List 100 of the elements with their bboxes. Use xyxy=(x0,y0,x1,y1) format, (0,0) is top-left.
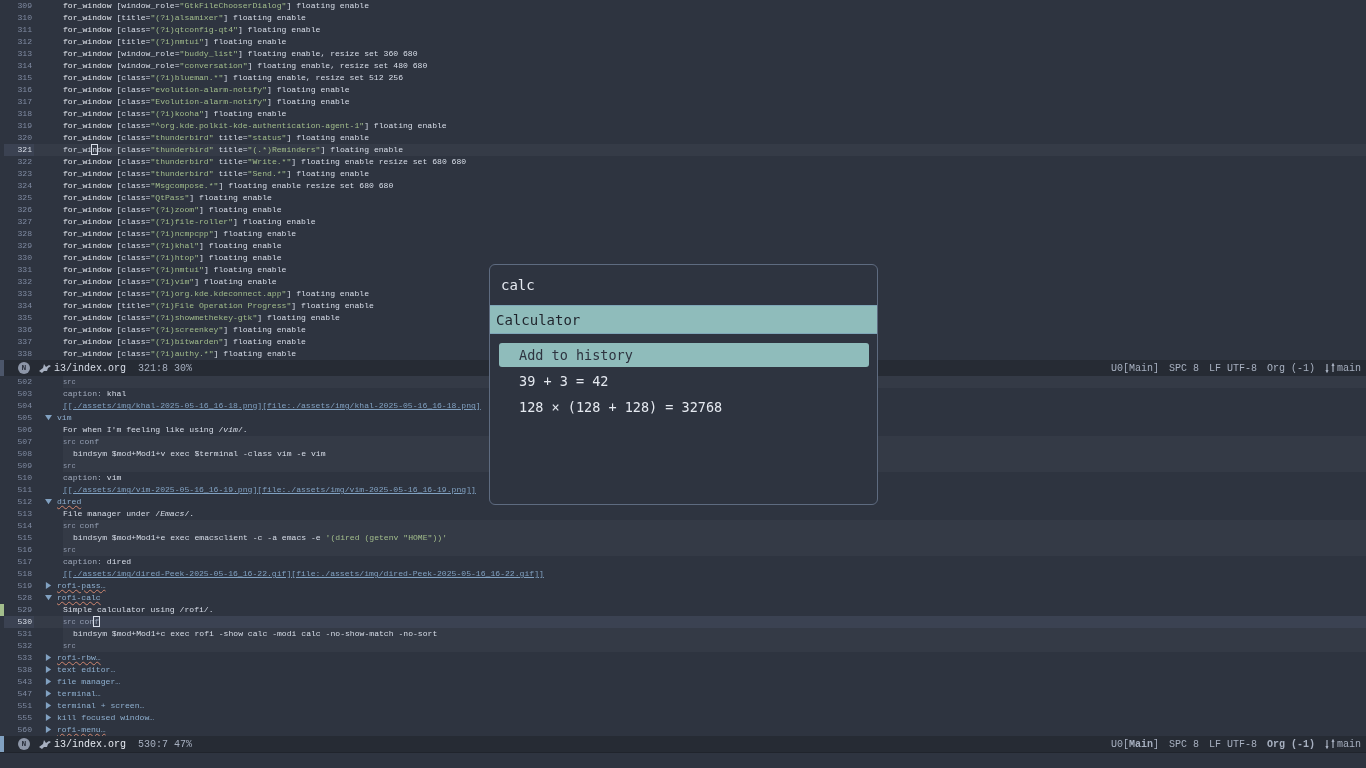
line-number: 504 xyxy=(16,400,33,412)
code-line: for_window [class="(?i)khal"] floating enable xyxy=(62,240,282,252)
major-mode: Org (-1) xyxy=(1266,737,1315,752)
outline-heading[interactable]: rofi-pass… xyxy=(57,580,106,592)
code-line: for_window [class="(?i)authy.*"] floating enable xyxy=(62,348,297,360)
line-number: 538 xyxy=(16,664,33,676)
file-link[interactable]: [[./assets/img/vim-2025-05-16_16-19.png][file:./assets/img/vim-2025-05-16_16-19.png]] xyxy=(63,485,476,494)
line-number: 533 xyxy=(16,652,33,664)
code-line: bindsym $mod+Mod1+c exec rofi -show calc -modi calc -no-show-match -no-sort xyxy=(73,629,438,638)
file-name: i3/index.org xyxy=(54,361,126,376)
code-line: for_window [window_role="GtkFileChooserDialog"] floating enable xyxy=(62,0,369,12)
git-branch: main xyxy=(1337,737,1361,752)
outline-heading[interactable]: terminal… xyxy=(57,688,101,700)
line-number: 511 xyxy=(16,484,33,496)
outline-heading[interactable]: text editor… xyxy=(57,664,116,676)
line-number: 532 xyxy=(16,640,33,652)
code-line: for_window [class="(?i)qtconfig-qt4"] floating enable xyxy=(62,24,321,36)
line-number: 330 xyxy=(16,252,33,264)
outline-heading[interactable]: rofi-calc xyxy=(57,592,101,604)
line-number: 509 xyxy=(16,460,33,472)
expand-triangle-icon[interactable] xyxy=(45,678,52,685)
expand-triangle-icon[interactable] xyxy=(45,654,52,661)
code-line: for_window [class="(?i)blueman.*"] floating enable, resize set 512 256 xyxy=(62,72,403,84)
line-number: 331 xyxy=(16,264,33,276)
result-item[interactable]: 128 × (128 + 128) = 32768 xyxy=(499,395,869,419)
expand-triangle-icon[interactable] xyxy=(45,726,52,733)
expand-triangle-icon[interactable] xyxy=(45,582,52,589)
line-number: 337 xyxy=(16,336,33,348)
caption-key: caption: xyxy=(63,388,102,400)
line-number: 516 xyxy=(16,544,33,556)
line-number: 336 xyxy=(16,324,33,336)
caption-value: khal xyxy=(105,388,127,400)
outline-heading[interactable]: rofi-menu… xyxy=(57,724,106,736)
collapse-triangle-icon[interactable] xyxy=(45,594,52,601)
bird-icon xyxy=(39,363,51,373)
expand-triangle-icon[interactable] xyxy=(45,714,52,721)
mode-tab[interactable]: Calculator xyxy=(490,305,877,334)
collapse-triangle-icon[interactable] xyxy=(45,414,52,421)
result-item[interactable]: 39 + 3 = 42 xyxy=(499,369,869,393)
line-number: 551 xyxy=(16,700,33,712)
outline-heading[interactable]: file manager… xyxy=(57,676,121,688)
outline-heading[interactable]: dired xyxy=(57,496,82,508)
evil-state-indicator: N xyxy=(18,362,30,374)
collapse-triangle-icon[interactable] xyxy=(45,498,52,505)
line-number: 326 xyxy=(16,204,33,216)
line-number: 547 xyxy=(16,688,33,700)
line-number: 505 xyxy=(16,412,33,424)
code-line: for_window [class="(?i)file-roller"] floating enable xyxy=(62,216,316,228)
outline-heading[interactable]: terminal + screen… xyxy=(57,700,145,712)
line-number: 329 xyxy=(16,240,33,252)
line-number: 332 xyxy=(16,276,33,288)
outline-heading[interactable]: rofi-rbw… xyxy=(57,652,101,664)
file-link[interactable]: [[./assets/img/dired-Peek-2025-05-16_16-22.gif][file:./assets/img/dired-Peek-2025-05-16_16-22.gif]] xyxy=(63,569,544,578)
sync-icon xyxy=(1325,363,1335,373)
line-number: 334 xyxy=(16,300,33,312)
line-number: 321 xyxy=(4,144,34,156)
line-number: 319 xyxy=(16,120,33,132)
input-method: U0[Main] xyxy=(1110,361,1159,376)
code-line: for_window [class="(?i)ncmpcpp"] floating enable xyxy=(62,228,297,240)
buffer-percent: 30% xyxy=(174,361,193,376)
line-number: 317 xyxy=(16,96,33,108)
line-number: 313 xyxy=(16,48,33,60)
line-number: 323 xyxy=(16,168,33,180)
line-number: 312 xyxy=(16,36,33,48)
caption-key: caption: xyxy=(63,556,102,568)
outline-heading[interactable]: vim xyxy=(57,412,72,424)
line-number: 555 xyxy=(16,712,33,724)
line-number: 502 xyxy=(16,376,33,388)
search-input[interactable]: calc xyxy=(490,265,877,305)
line-number: 322 xyxy=(16,156,33,168)
line-number: 325 xyxy=(16,192,33,204)
body-text: File manager under /Emacs/. xyxy=(63,509,195,518)
expand-triangle-icon[interactable] xyxy=(45,702,52,709)
file-link[interactable]: [[./assets/img/khal-2025-05-16_16-18.png][file:./assets/img/khal-2025-05-16_16-18.png] xyxy=(63,401,481,410)
code-line: for_window [class="(?i)htop"] floating enable xyxy=(62,252,282,264)
code-line: for_window [title="(?i)File Operation Progress"] floating enable xyxy=(62,300,374,312)
expand-triangle-icon[interactable] xyxy=(45,666,52,673)
outline-heading[interactable]: kill focused window… xyxy=(57,712,155,724)
input-method: U0[Main] xyxy=(1110,737,1159,752)
result-item[interactable]: Add to history xyxy=(499,343,869,367)
indent-style: SPC 8 xyxy=(1168,737,1199,752)
line-number: 316 xyxy=(16,84,33,96)
line-number: 531 xyxy=(16,628,33,640)
file-encoding: LF UTF-8 xyxy=(1208,361,1257,376)
buffer-percent: 47% xyxy=(174,737,193,752)
line-number: 508 xyxy=(16,448,33,460)
line-number: 543 xyxy=(16,676,33,688)
code-line: for_window [class="thunderbird" title="Send.*"] floating enable xyxy=(62,168,370,180)
code-line: for_window [class="evolution-alarm-notify"] floating enable xyxy=(62,84,350,96)
line-number: 503 xyxy=(16,388,33,400)
code-line: for_window [class="QtPass"] floating enable xyxy=(62,192,272,204)
line-number: 338 xyxy=(16,348,33,360)
line-number: 318 xyxy=(16,108,33,120)
line-number: 507 xyxy=(16,436,33,448)
caption-value: dired xyxy=(105,556,132,568)
line-number: 328 xyxy=(16,228,33,240)
line-number: 529 xyxy=(16,604,33,616)
expand-triangle-icon[interactable] xyxy=(45,690,52,697)
line-number: 506 xyxy=(16,424,33,436)
line-number: 320 xyxy=(16,132,33,144)
